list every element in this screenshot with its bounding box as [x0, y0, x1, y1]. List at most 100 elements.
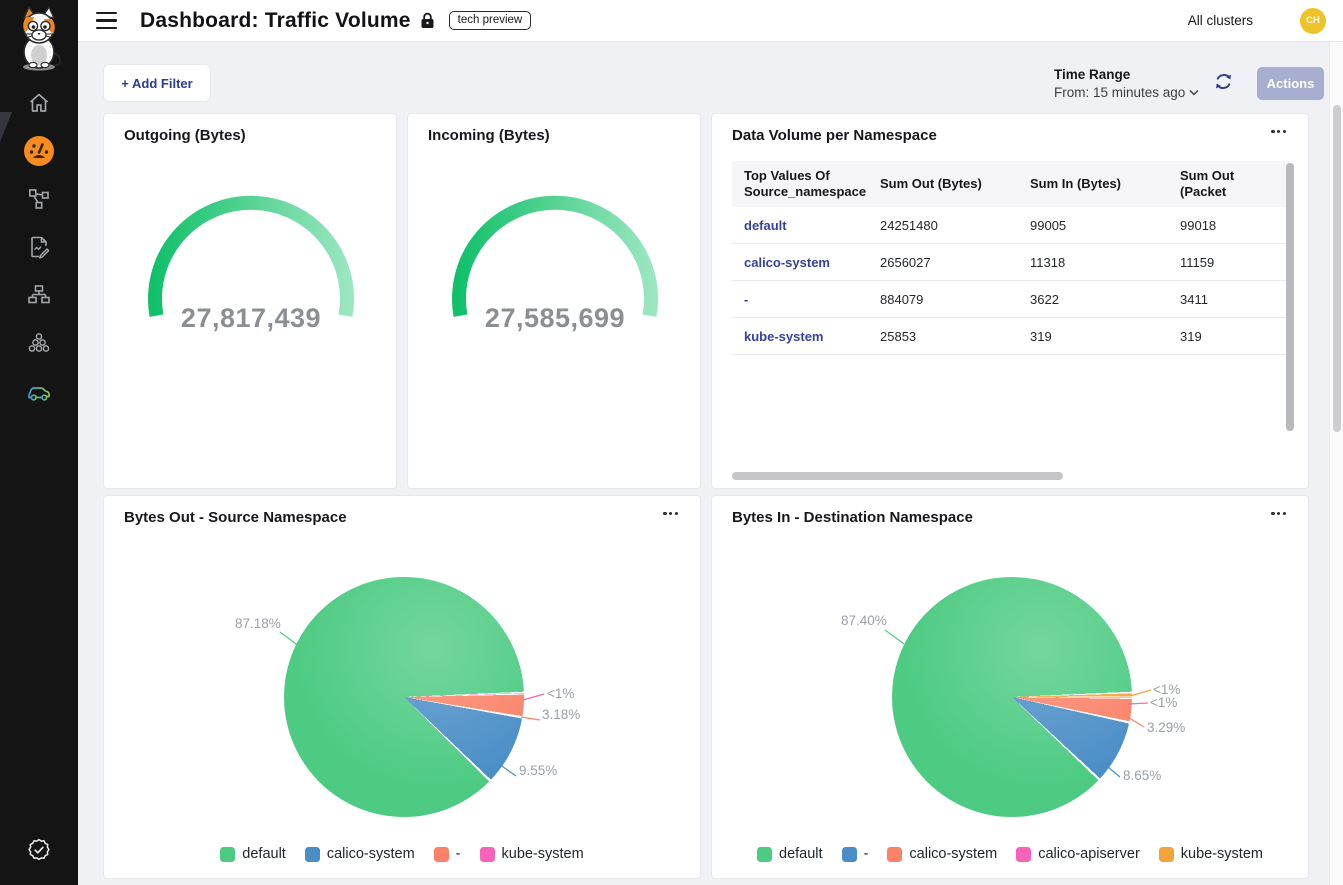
legend-label: calico-system	[327, 846, 415, 862]
table-cell: 2656027	[880, 255, 1030, 270]
gauge-chart-incoming: 27,585,699	[435, 194, 675, 344]
table-cell: 319	[1030, 329, 1180, 344]
table-cell: 11318	[1030, 255, 1180, 270]
time-range-selector[interactable]: From: 15 minutes ago	[1054, 85, 1199, 100]
legend-item[interactable]: kube-system	[480, 846, 584, 862]
chevron-down-icon	[1189, 89, 1199, 96]
legend-swatch	[1016, 847, 1031, 862]
pie-chart-bytes-in[interactable]	[892, 577, 1132, 817]
sidebar-nav	[0, 79, 78, 415]
card-menu-icon[interactable]	[1271, 512, 1286, 515]
legend-swatch	[305, 847, 320, 862]
card-title: Data Volume per Namespace	[732, 127, 937, 144]
sidebar-item-verified[interactable]	[0, 837, 78, 863]
legend-item[interactable]: kube-system	[1159, 846, 1263, 862]
sidebar	[0, 0, 78, 885]
pie-percentage-label: 8.65%	[1123, 768, 1161, 783]
legend-item[interactable]: calico-system	[305, 846, 415, 862]
page-scrollbar-thumb[interactable]	[1333, 105, 1341, 432]
namespace-link[interactable]: calico-system	[744, 255, 880, 270]
namespace-table: Top Values Of Source_namespace Sum Out (…	[732, 161, 1294, 463]
network-tree-icon	[27, 283, 51, 307]
avatar[interactable]: CH	[1300, 8, 1326, 34]
traffic-car-icon	[26, 378, 52, 404]
table-vertical-scrollbar[interactable]	[1286, 163, 1294, 459]
table-cell: 99005	[1030, 218, 1180, 233]
verified-badge-icon	[26, 837, 52, 863]
legend-swatch	[220, 847, 235, 862]
pie-percentage-label: 9.55%	[519, 763, 557, 778]
namespace-link[interactable]: -	[744, 292, 880, 307]
sidebar-item-home[interactable]	[0, 79, 78, 127]
card-data-volume-table: Data Volume per Namespace Top Values Of …	[711, 113, 1309, 489]
sidebar-item-dashboards[interactable]	[0, 127, 78, 175]
actions-button[interactable]: Actions	[1257, 67, 1324, 100]
legend-label: -	[456, 846, 461, 862]
sidebar-item-service-graph[interactable]	[0, 175, 78, 223]
legend-item[interactable]: -	[434, 846, 461, 862]
flow-logs-icon	[27, 235, 51, 259]
refresh-button[interactable]	[1214, 72, 1233, 94]
sidebar-item-workloads[interactable]	[0, 319, 78, 367]
page-scrollbar[interactable]	[1329, 42, 1343, 885]
legend-item[interactable]: calico-apiserver	[1016, 846, 1140, 862]
cluster-nodes-icon	[27, 331, 51, 355]
page-title: Dashboard: Traffic Volume	[140, 9, 411, 33]
legend-label: calico-apiserver	[1038, 846, 1140, 862]
table-row[interactable]: default242514809900599018	[732, 207, 1294, 244]
gauge-chart-outgoing: 27,817,439	[131, 194, 371, 344]
pie-legend: default - calico-system calico-apiserver kub…	[712, 846, 1308, 862]
sidebar-item-network[interactable]	[0, 271, 78, 319]
table-horizontal-scrollbar[interactable]	[732, 472, 1272, 480]
table-cell: 25853	[880, 329, 1030, 344]
table-cell: 319	[1180, 329, 1282, 344]
card-menu-icon[interactable]	[663, 512, 678, 515]
legend-item[interactable]: default	[757, 846, 823, 862]
menu-toggle-button[interactable]	[96, 12, 117, 29]
refresh-icon	[1214, 72, 1233, 91]
legend-item[interactable]: calico-system	[887, 846, 997, 862]
legend-item[interactable]: -	[842, 846, 869, 862]
legend-swatch	[1159, 847, 1174, 862]
time-range-block: Time Range From: 15 minutes ago	[1054, 67, 1199, 100]
table-body: default242514809900599018calico-system26…	[732, 207, 1294, 355]
legend-swatch	[887, 847, 902, 862]
home-icon	[27, 91, 51, 115]
table-cell: 3622	[1030, 292, 1180, 307]
table-cell: 24251480	[880, 218, 1030, 233]
tech-preview-badge: tech preview	[449, 11, 532, 30]
pie-percentage-label: 3.18%	[542, 707, 580, 722]
calico-cat-logo[interactable]	[7, 3, 71, 73]
table-cell: 3411	[1180, 292, 1282, 307]
column-header: Sum In (Bytes)	[1030, 176, 1180, 192]
card-title: Outgoing (Bytes)	[124, 127, 246, 144]
sidebar-item-flow-logs[interactable]	[0, 223, 78, 271]
topbar: Dashboard: Traffic Volume tech preview A…	[78, 0, 1343, 42]
card-title: Incoming (Bytes)	[428, 127, 550, 144]
table-row[interactable]: -88407936223411	[732, 281, 1294, 318]
column-header: Top Values Of Source_namespace	[744, 168, 880, 201]
table-row[interactable]: calico-system26560271131811159	[732, 244, 1294, 281]
column-header: Sum Out (Packet	[1180, 168, 1282, 201]
pie-chart-bytes-out[interactable]	[284, 577, 524, 817]
service-graph-icon	[27, 187, 51, 211]
dashboard-gauge-icon	[23, 135, 55, 167]
gauge-value: 27,585,699	[485, 303, 625, 333]
pie-percentage-label: 3.29%	[1147, 720, 1185, 735]
add-filter-button[interactable]: + Add Filter	[103, 64, 211, 102]
table-cell: 884079	[880, 292, 1030, 307]
sidebar-item-traffic[interactable]	[0, 367, 78, 415]
gauge-value: 27,817,439	[181, 303, 321, 333]
table-row[interactable]: kube-system25853319319	[732, 318, 1294, 355]
legend-label: default	[779, 846, 823, 862]
table-cell: 99018	[1180, 218, 1282, 233]
legend-label: -	[864, 846, 869, 862]
legend-item[interactable]: default	[220, 846, 286, 862]
card-menu-icon[interactable]	[1271, 130, 1286, 133]
pie-legend: default calico-system - kube-system	[104, 846, 700, 862]
cluster-selector[interactable]: All clusters	[1188, 13, 1253, 28]
time-range-value: From: 15 minutes ago	[1054, 85, 1185, 100]
legend-swatch	[757, 847, 772, 862]
namespace-link[interactable]: kube-system	[744, 329, 880, 344]
namespace-link[interactable]: default	[744, 218, 880, 233]
